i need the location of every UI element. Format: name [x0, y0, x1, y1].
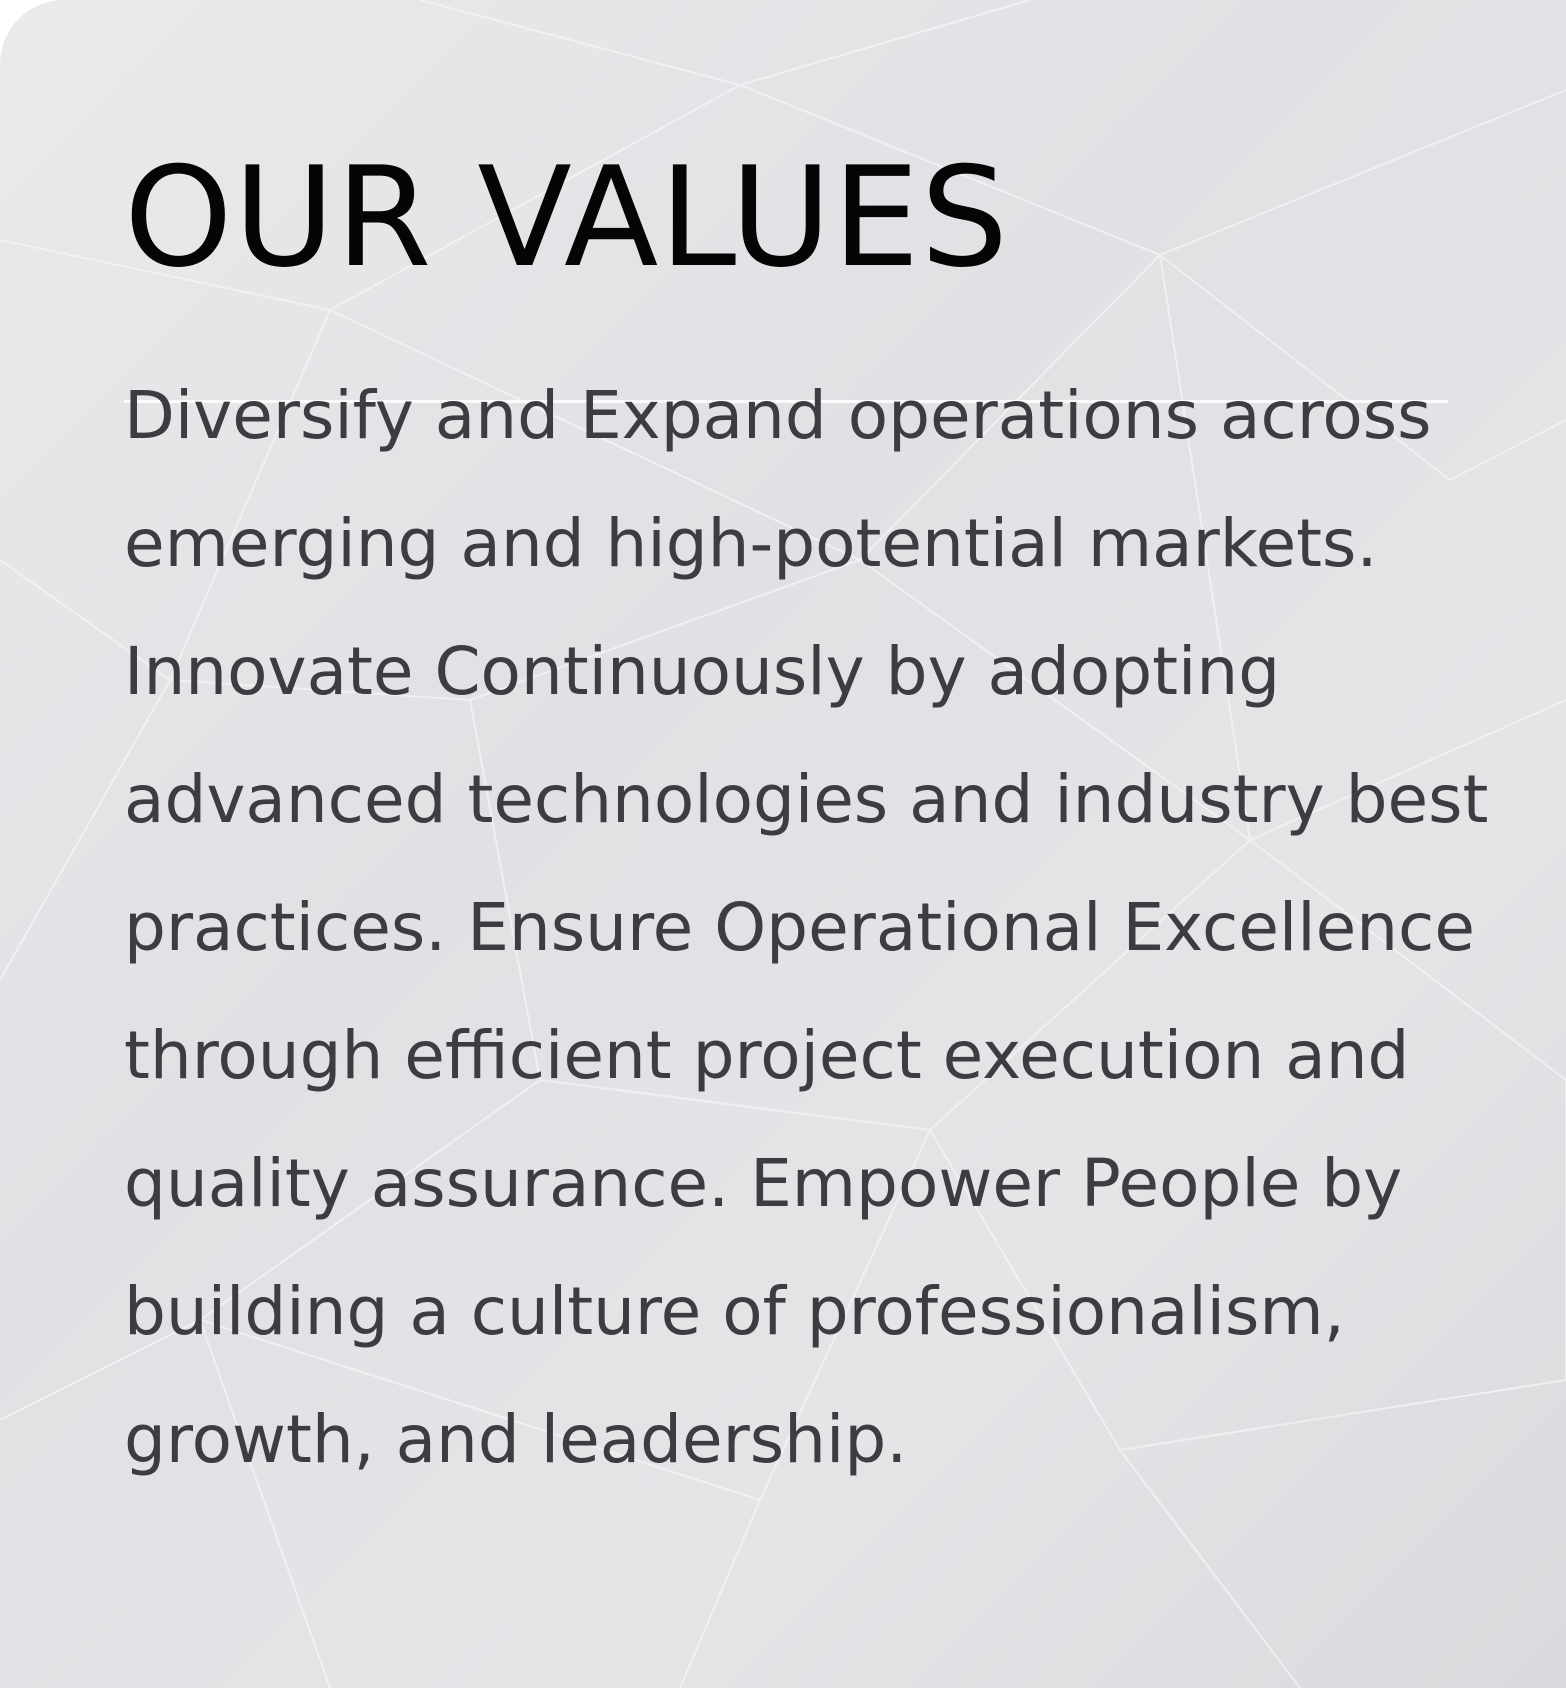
values-description: Diversify and Expand operations across e… — [124, 377, 1489, 1478]
section-title: OUR VALUES — [124, 137, 1010, 298]
values-card: OUR VALUES Diversify and Expand operatio… — [0, 0, 1566, 1688]
